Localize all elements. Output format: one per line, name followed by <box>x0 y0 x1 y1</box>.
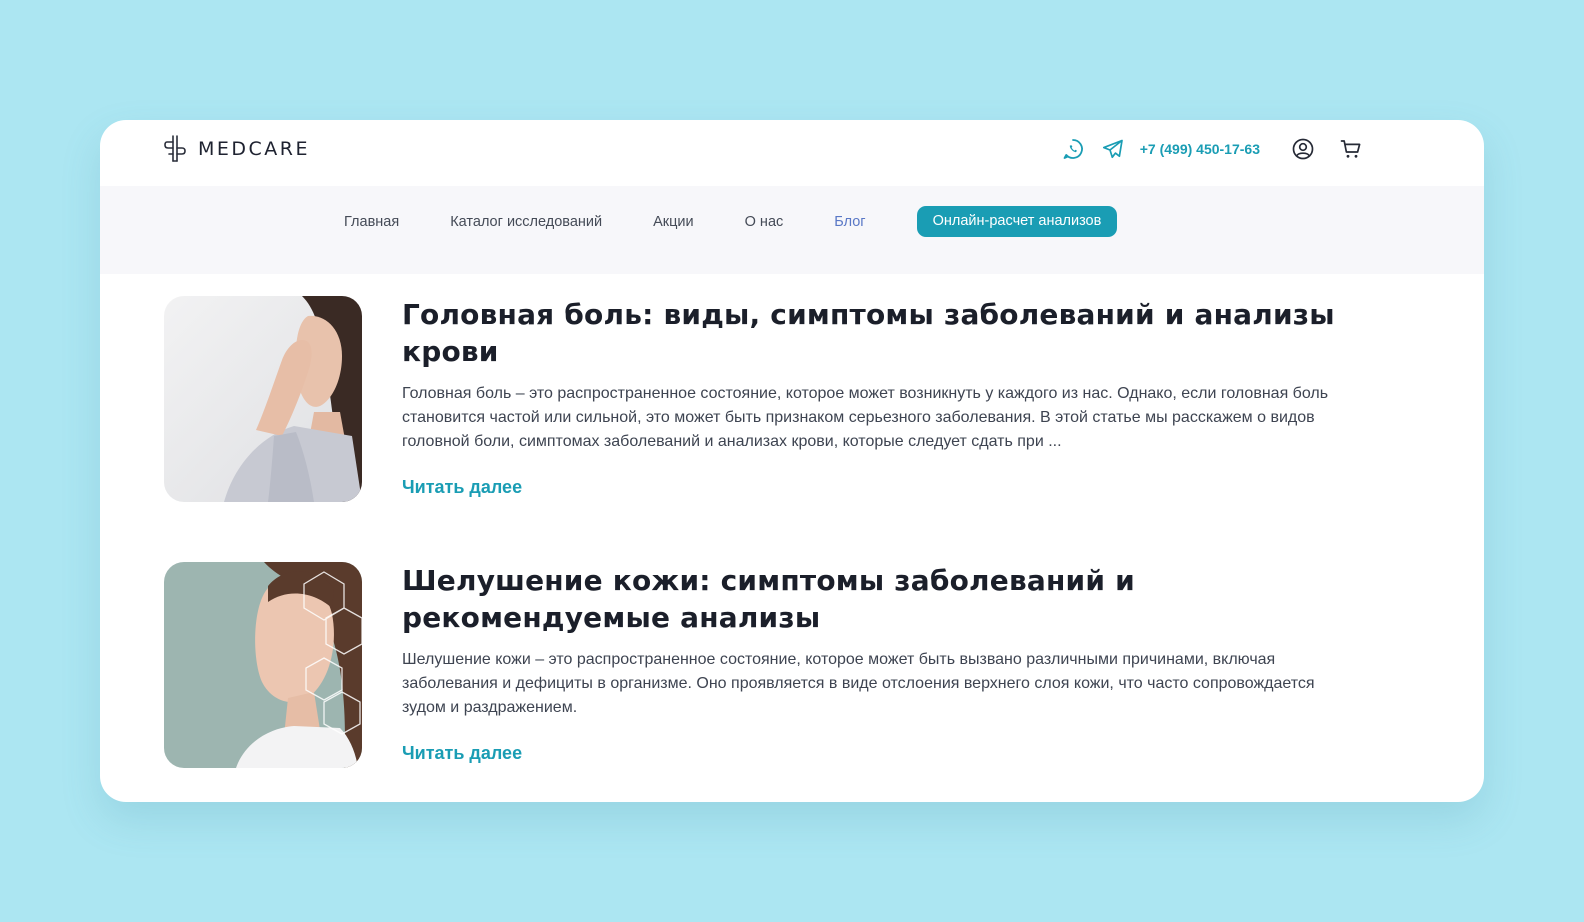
main-navigation: Главная Каталог исследований Акции О нас… <box>100 186 1484 274</box>
article-image-skin[interactable] <box>164 562 362 768</box>
telegram-icon[interactable] <box>1100 136 1126 162</box>
article-title[interactable]: Шелушение кожи: симптомы заболеваний и р… <box>402 562 1362 636</box>
read-more-link[interactable]: Читать далее <box>402 477 522 498</box>
article-title[interactable]: Головная боль: виды, симптомы заболевани… <box>402 296 1362 370</box>
nav-menu: Главная Каталог исследований Акции О нас… <box>344 206 1118 237</box>
user-icon[interactable] <box>1290 136 1316 162</box>
page-card: MEDCARE +7 (499) 450-17-63 Главная Катал… <box>100 120 1484 802</box>
nav-item-blog[interactable]: Блог <box>834 214 865 230</box>
logo-text: MEDCARE <box>198 138 310 160</box>
online-calculation-button[interactable]: Онлайн-расчет анализов <box>916 206 1118 237</box>
cart-icon[interactable] <box>1338 136 1364 162</box>
article-image-headache[interactable] <box>164 296 362 502</box>
article-excerpt: Головная боль – это распространенное сос… <box>402 385 1329 450</box>
header-contacts: +7 (499) 450-17-63 <box>1060 136 1364 162</box>
blog-article: Шелушение кожи: симптомы заболеваний и р… <box>164 562 1360 768</box>
nav-item-promotions[interactable]: Акции <box>653 214 694 230</box>
read-more-link[interactable]: Читать далее <box>402 743 522 764</box>
blog-list: Головная боль: виды, симптомы заболевани… <box>164 296 1360 802</box>
nav-item-catalog[interactable]: Каталог исследований <box>450 214 602 230</box>
logo[interactable]: MEDCARE <box>164 134 310 164</box>
article-content: Шелушение кожи: симптомы заболеваний и р… <box>402 562 1362 764</box>
skin-peeling-image <box>164 562 362 768</box>
nav-item-home[interactable]: Главная <box>344 214 399 230</box>
headache-image <box>164 296 362 502</box>
logo-icon <box>164 135 186 162</box>
article-excerpt: Шелушение кожи – это распространенное со… <box>402 651 1315 716</box>
blog-article: Головная боль: виды, симптомы заболевани… <box>164 296 1360 502</box>
nav-item-about[interactable]: О нас <box>745 214 784 230</box>
phone-link[interactable]: +7 (499) 450-17-63 <box>1140 141 1260 157</box>
top-header: MEDCARE +7 (499) 450-17-63 <box>100 120 1484 186</box>
whatsapp-icon[interactable] <box>1060 136 1086 162</box>
article-content: Головная боль: виды, симптомы заболевани… <box>402 296 1362 498</box>
